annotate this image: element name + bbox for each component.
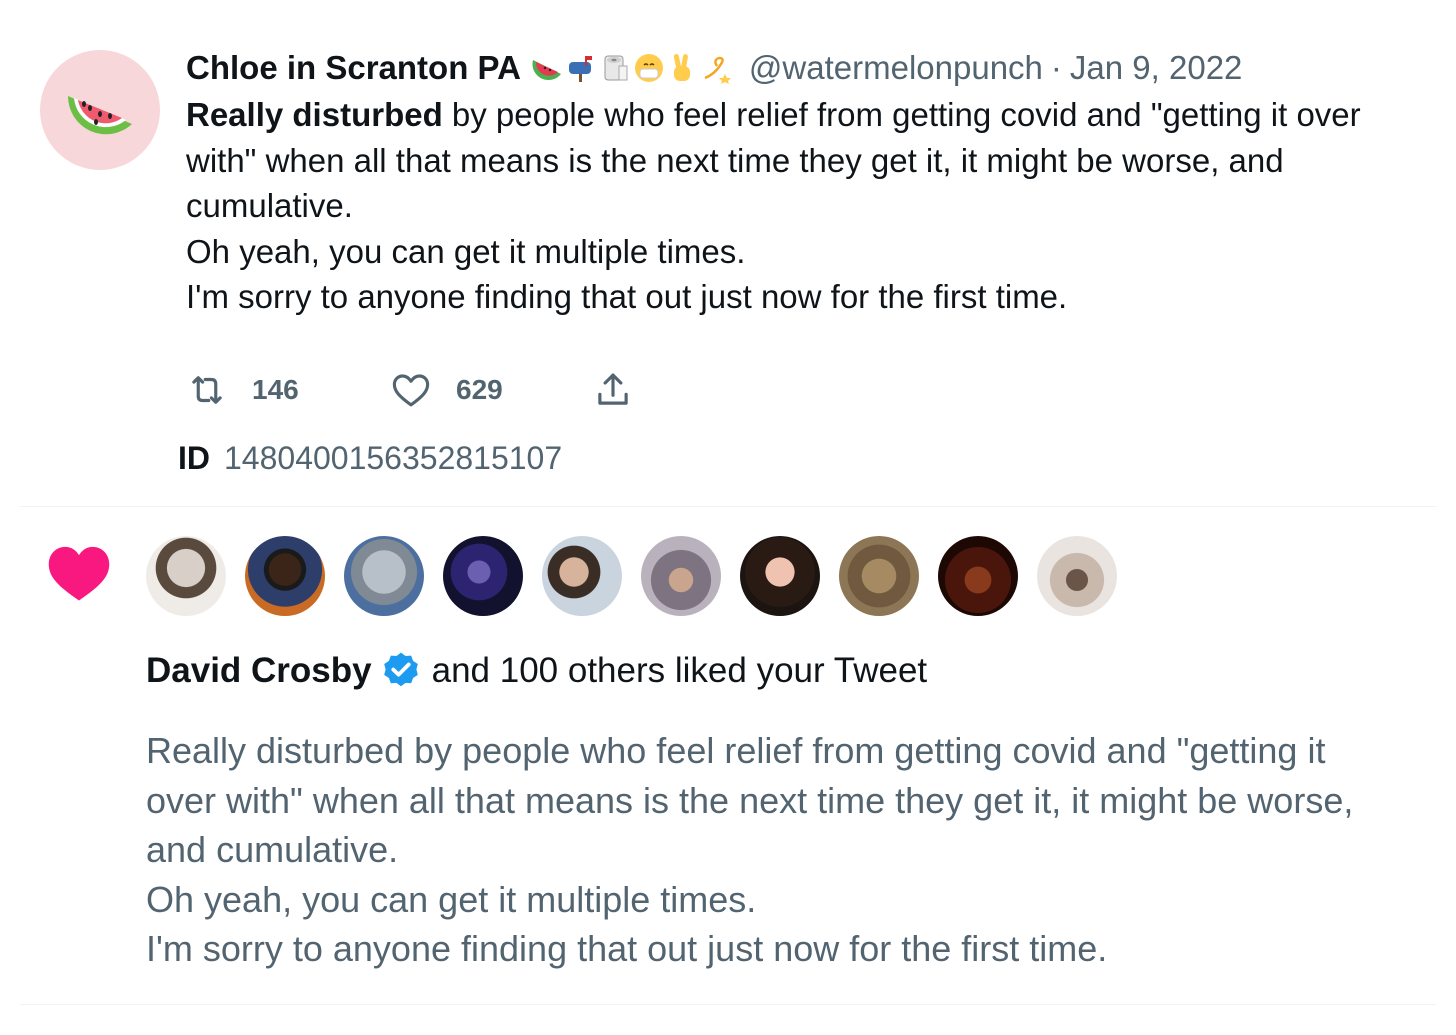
avatar[interactable] [1037,536,1117,616]
avatar[interactable] [740,536,820,616]
heart-outline-icon [392,374,430,407]
heart-icon [48,546,110,601]
retweet-button[interactable]: 146 [186,369,390,411]
divider [20,1004,1436,1005]
avatar[interactable] [146,536,226,616]
divider [20,506,1436,507]
name-emojis [531,52,735,84]
tweet-text-bold: Really disturbed [186,96,443,133]
author-avatar[interactable] [40,50,160,170]
tweet-text: Really disturbed by people who feel reli… [186,92,1416,320]
share-icon [598,373,628,405]
share-button[interactable] [592,369,634,411]
tweet-header: Chloe in Scranton PA @watermelonpunch · [186,46,1242,90]
liked-tweet-preview: Really disturbed by people who feel reli… [146,730,1354,970]
tweet-id-value: 1480400156352815107 [224,440,563,476]
liker-avatars [146,536,1136,616]
tweet-id-label: ID [178,440,210,476]
retweet-icon [192,376,222,404]
liker-name[interactable]: David Crosby [146,651,372,691]
avatar[interactable] [938,536,1018,616]
avatar[interactable] [443,536,523,616]
verified-badge-icon [383,652,418,687]
header-separator: · [1050,49,1062,86]
mask-face-icon [633,52,665,84]
avatar[interactable] [839,536,919,616]
avatar[interactable] [542,536,622,616]
notification-headline: David Crosby and 100 others liked your T… [146,648,927,694]
author-handle[interactable]: @watermelonpunch [749,49,1043,87]
like-count: 629 [456,374,503,405]
toilet-paper-icon [599,52,631,84]
avatar[interactable] [641,536,721,616]
avatar[interactable] [344,536,424,616]
notification-text: and 100 others liked your Tweet [431,651,928,690]
mailbox-icon [565,52,597,84]
tweet-actions: 146 629 [186,366,634,414]
retweet-count: 146 [252,374,299,405]
tweet-card[interactable]: Chloe in Scranton PA @watermelonpunch · [0,0,1456,505]
watermelon-icon [67,96,132,135]
watermelon-icon [531,52,563,84]
tweet-date[interactable]: Jan 9, 2022 [1070,49,1242,87]
like-button[interactable]: 629 [390,369,592,411]
dizzy-icon [701,52,733,84]
author-display-name[interactable]: Chloe in Scranton PA [186,49,521,87]
tweet-id: ID 1480400156352815107 [178,440,562,477]
avatar[interactable] [245,536,325,616]
peace-hand-icon [667,52,699,84]
